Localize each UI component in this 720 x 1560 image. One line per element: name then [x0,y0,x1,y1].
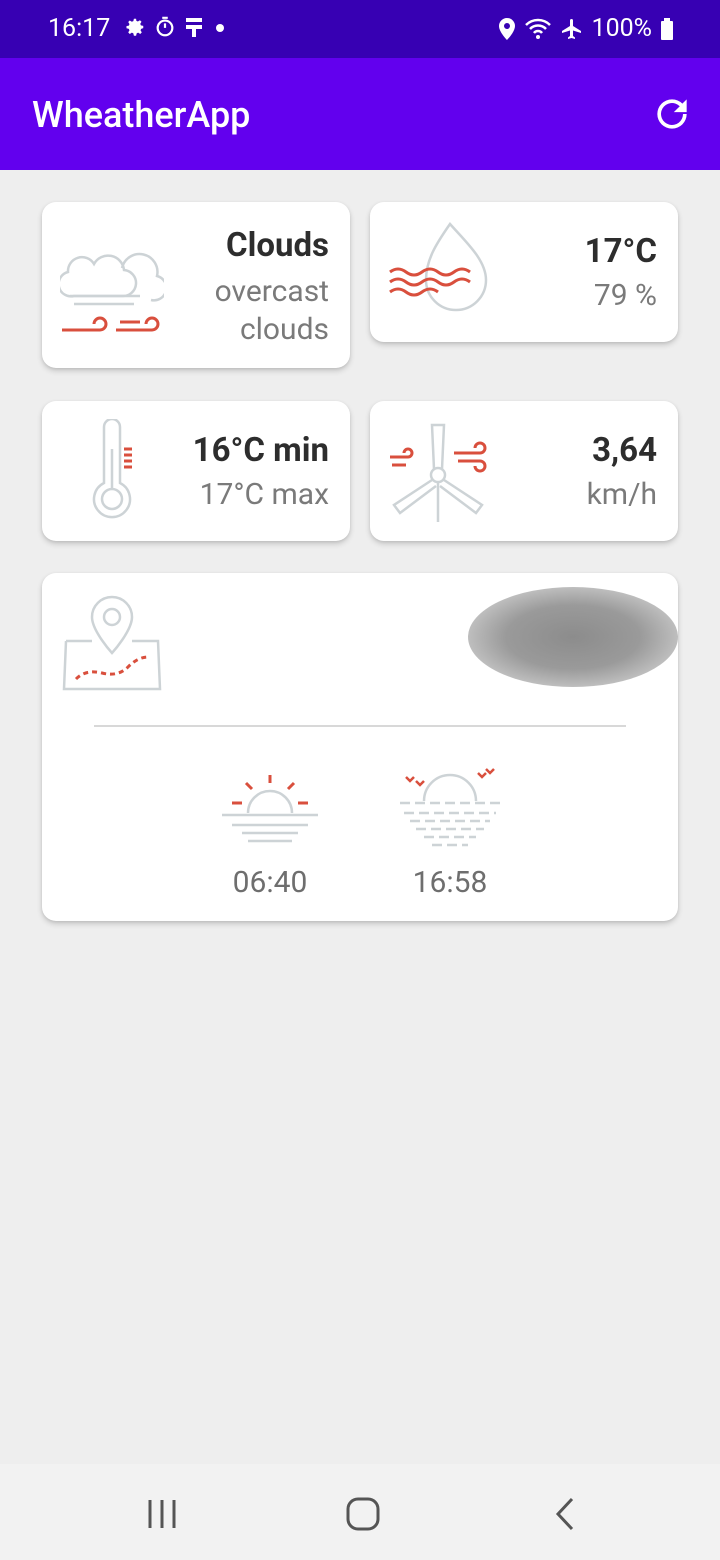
status-bar: 16:17 100% [0,0,720,58]
temperature-max: 17°C max [199,477,329,512]
humidity-temp: 17°C [584,232,657,271]
sunrise-icon [222,775,318,843]
thermometer-icon [92,419,132,519]
location-sun-card: 06:40 16:58 [42,573,678,921]
wind-card: 3,64 km/h [370,401,678,541]
dot-icon [216,24,224,32]
sunset-icon [400,768,500,847]
location-icon [498,17,515,40]
refresh-icon[interactable] [650,92,694,136]
weather-main: Clouds [226,226,329,265]
navigation-bar [0,1464,720,1560]
status-notification-icons [124,16,228,38]
weather-description-line1: overcast [214,274,329,309]
wind-turbine-icon [390,423,487,522]
battery-percent: 100% [591,14,652,43]
gear-icon [126,18,144,36]
cloud-wind-icon [60,252,164,332]
timer-icon [156,16,174,37]
wind-unit: km/h [586,477,657,512]
humidity-card: 17°C 79 % [370,202,678,342]
location-name-blurred [468,587,678,687]
sunrise-time: 06:40 [232,865,308,900]
temperature-min: 16°C min [192,431,329,470]
water-drop-icon [389,221,488,312]
card-divider [94,725,626,727]
weather-condition-card: Clouds overcast clouds [42,202,350,368]
weather-description-line2: clouds [239,312,329,347]
map-location-icon [62,595,162,691]
recent-apps-icon[interactable] [144,1498,180,1530]
battery-icon [661,17,673,40]
wind-speed: 3,64 [592,431,657,470]
app-bar: WheatherApp [0,58,720,170]
status-time: 16:17 [48,14,111,43]
back-icon[interactable] [552,1496,578,1532]
status-right-icons: 100% [498,14,674,43]
app-title: WheatherApp [32,94,251,136]
temperature-card: 16°C min 17°C max [42,401,350,541]
notification-icon [186,18,202,37]
airplane-icon [561,18,581,39]
wifi-icon [524,18,551,39]
sunset-time: 16:58 [412,865,488,900]
home-icon[interactable] [344,1496,382,1532]
humidity-percent: 79 % [593,278,657,313]
